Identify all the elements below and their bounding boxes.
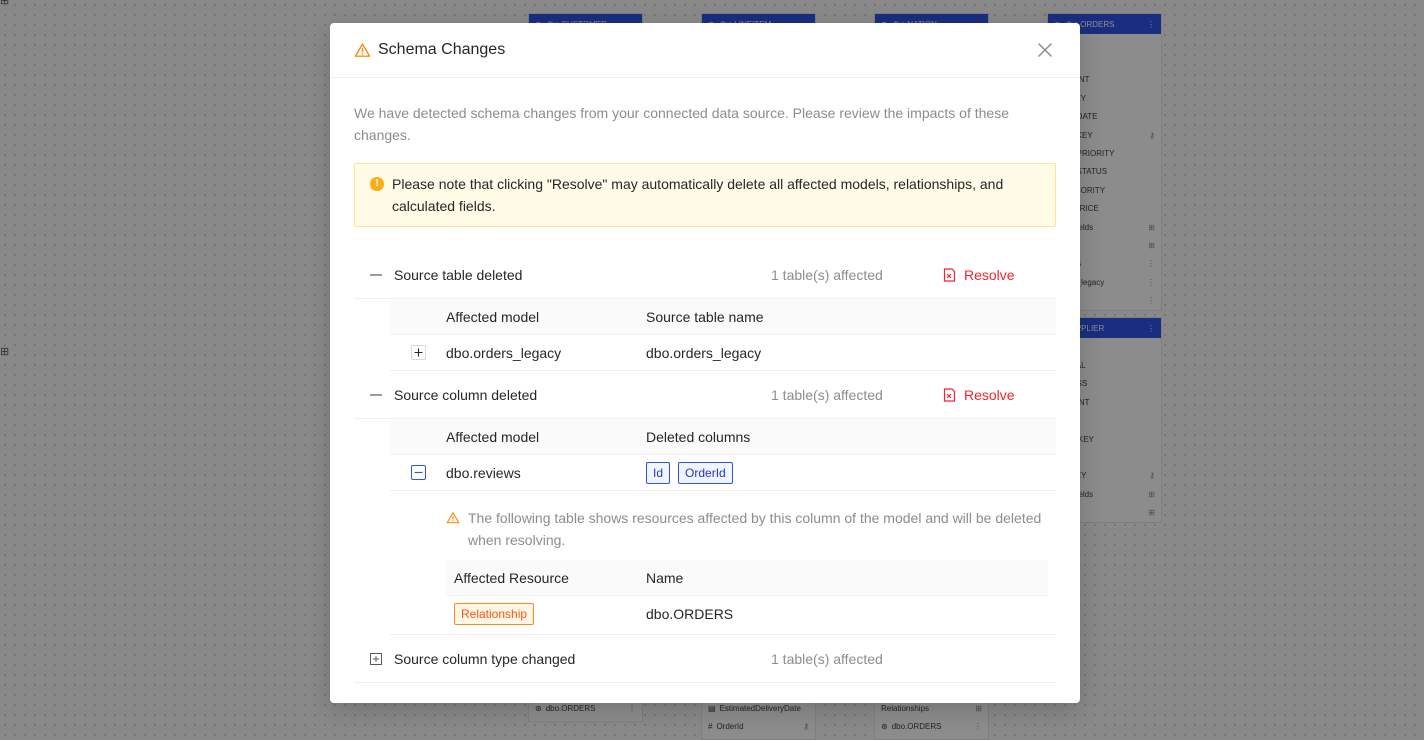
column-tag: OrderId: [678, 461, 733, 484]
impact-warning: The following table shows resources affe…: [446, 507, 1048, 551]
section-count: 1 table(s) affected: [771, 266, 883, 283]
expand-section-icon[interactable]: [370, 652, 382, 665]
section-header-source-column-type-changed[interactable]: Source column type changed 1 table(s) af…: [354, 635, 1056, 683]
file-delete-icon: [943, 387, 956, 402]
affected-table: Affected model Deleted columns dbo.revie…: [390, 419, 1056, 635]
affected-resources-table: Affected Resource Name Relationship dbo.…: [446, 560, 1048, 632]
column-tag: Id: [646, 461, 671, 484]
source-table-name: dbo.orders_legacy: [646, 344, 762, 361]
table-header: Affected model Source table name: [390, 299, 1056, 335]
modal-title: Schema Changes: [378, 41, 506, 58]
modal-description: We have detected schema changes from you…: [354, 105, 1009, 143]
affected-model: dbo.orders_legacy: [446, 344, 562, 361]
warning-icon: [354, 42, 371, 57]
section-count: 1 table(s) affected: [771, 386, 883, 403]
column-header: Affected model: [446, 308, 540, 325]
affected-model: dbo.reviews: [446, 464, 521, 481]
column-header: Deleted columns: [646, 428, 751, 445]
section-header-source-column-deleted[interactable]: Source column deleted 1 table(s) affecte…: [354, 371, 1056, 419]
section-title: Source table deleted: [394, 266, 523, 283]
modal-body: We have detected schema changes from you…: [330, 78, 1080, 683]
close-icon: [1038, 43, 1052, 57]
warning-alert: ! Please note that clicking "Resolve" ma…: [354, 163, 1056, 227]
modal-header: Schema Changes: [330, 23, 1080, 78]
table-header: Affected Resource Name: [446, 560, 1048, 596]
file-delete-icon: [943, 267, 956, 282]
column-header: Affected Resource: [454, 569, 569, 586]
column-header: Affected model: [446, 428, 540, 445]
resolve-button[interactable]: Resolve: [943, 267, 1015, 283]
section-title: Source column type changed: [394, 650, 576, 667]
resource-name: dbo.ORDERS: [646, 606, 734, 622]
close-button[interactable]: [1034, 39, 1056, 61]
table-row: dbo.orders_legacy dbo.orders_legacy: [390, 335, 1056, 371]
section-title: Source column deleted: [394, 386, 538, 403]
table-header: Affected model Deleted columns: [390, 419, 1056, 455]
table-row: dbo.reviews Id OrderId: [390, 455, 1056, 491]
minus-icon: [414, 471, 422, 474]
table-row: Relationship dbo.ORDERS: [446, 596, 1048, 632]
section-count: 1 table(s) affected: [771, 650, 883, 667]
changes-list: Source table deleted 1 table(s) affected…: [354, 251, 1056, 683]
collapse-icon[interactable]: [370, 389, 382, 401]
warning-icon: [446, 512, 460, 524]
resolve-button[interactable]: Resolve: [943, 387, 1015, 403]
affected-table: Affected model Source table name dbo.ord…: [390, 299, 1056, 371]
resource-type-tag: Relationship: [454, 603, 535, 625]
alert-text: Please note that clicking "Resolve" may …: [392, 176, 1004, 214]
column-header: Name: [646, 569, 684, 586]
plus-icon: [414, 348, 422, 357]
schema-changes-modal: Schema Changes We have detected schema c…: [330, 23, 1080, 703]
section-header-source-table-deleted[interactable]: Source table deleted 1 table(s) affected…: [354, 251, 1056, 299]
deleted-columns: Id OrderId: [646, 461, 741, 484]
collapse-row-button[interactable]: [410, 465, 426, 480]
collapse-icon[interactable]: [370, 269, 382, 281]
column-header: Source table name: [646, 308, 764, 325]
expand-row-button[interactable]: [410, 345, 426, 360]
exclamation-icon: !: [370, 177, 384, 191]
expanded-row-detail: The following table shows resources affe…: [390, 491, 1056, 635]
